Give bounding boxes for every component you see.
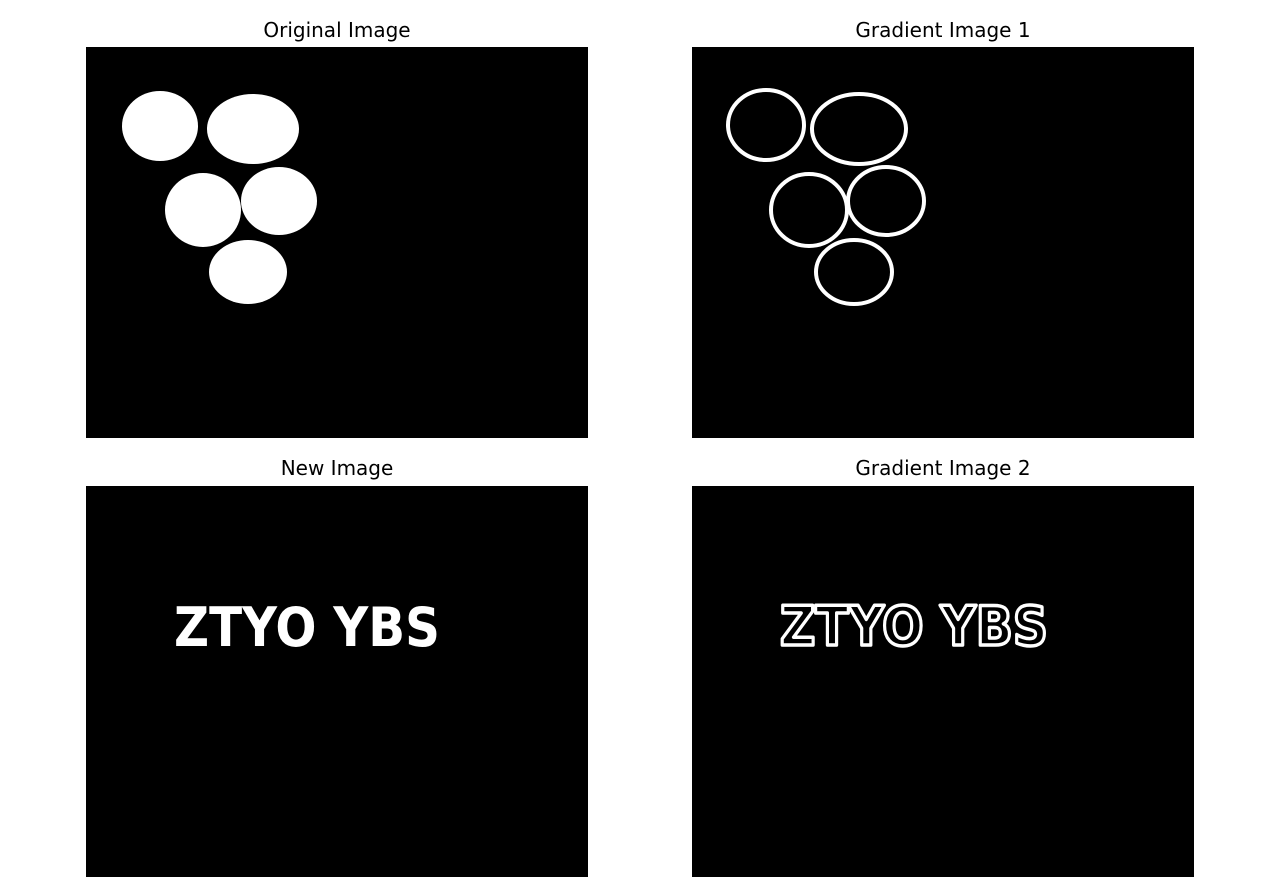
gradient-image-2-canvas: ZTYO YBS bbox=[692, 486, 1194, 877]
panel-new-image: ZTYO YBS bbox=[86, 486, 588, 877]
filled-ellipse bbox=[241, 167, 317, 235]
image-background bbox=[692, 486, 1194, 877]
image-background bbox=[692, 47, 1194, 438]
gradient-image-1-canvas bbox=[692, 47, 1194, 438]
filled-ellipse bbox=[165, 173, 241, 247]
filled-ellipse bbox=[122, 91, 198, 161]
panel-title-gradient-2: Gradient Image 2 bbox=[855, 456, 1031, 480]
panel-title-new-image: New Image bbox=[280, 456, 394, 480]
figure: Original Image Gradient Image 1 New Imag… bbox=[0, 0, 1280, 896]
panel-title-gradient-1: Gradient Image 1 bbox=[855, 18, 1031, 42]
panel-gradient-image-1 bbox=[692, 47, 1194, 438]
filled-ellipse bbox=[207, 94, 299, 164]
panel-title-original: Original Image bbox=[263, 18, 411, 42]
panel-gradient-image-2: ZTYO YBS bbox=[692, 486, 1194, 877]
image-background bbox=[86, 486, 588, 877]
original-image-canvas bbox=[86, 47, 588, 438]
image-text-filled: ZTYO YBS bbox=[174, 596, 440, 659]
filled-ellipse bbox=[209, 240, 287, 304]
new-image-canvas: ZTYO YBS bbox=[86, 486, 588, 877]
image-text-outline: ZTYO YBS bbox=[780, 595, 1048, 658]
panel-original-image bbox=[86, 47, 588, 438]
